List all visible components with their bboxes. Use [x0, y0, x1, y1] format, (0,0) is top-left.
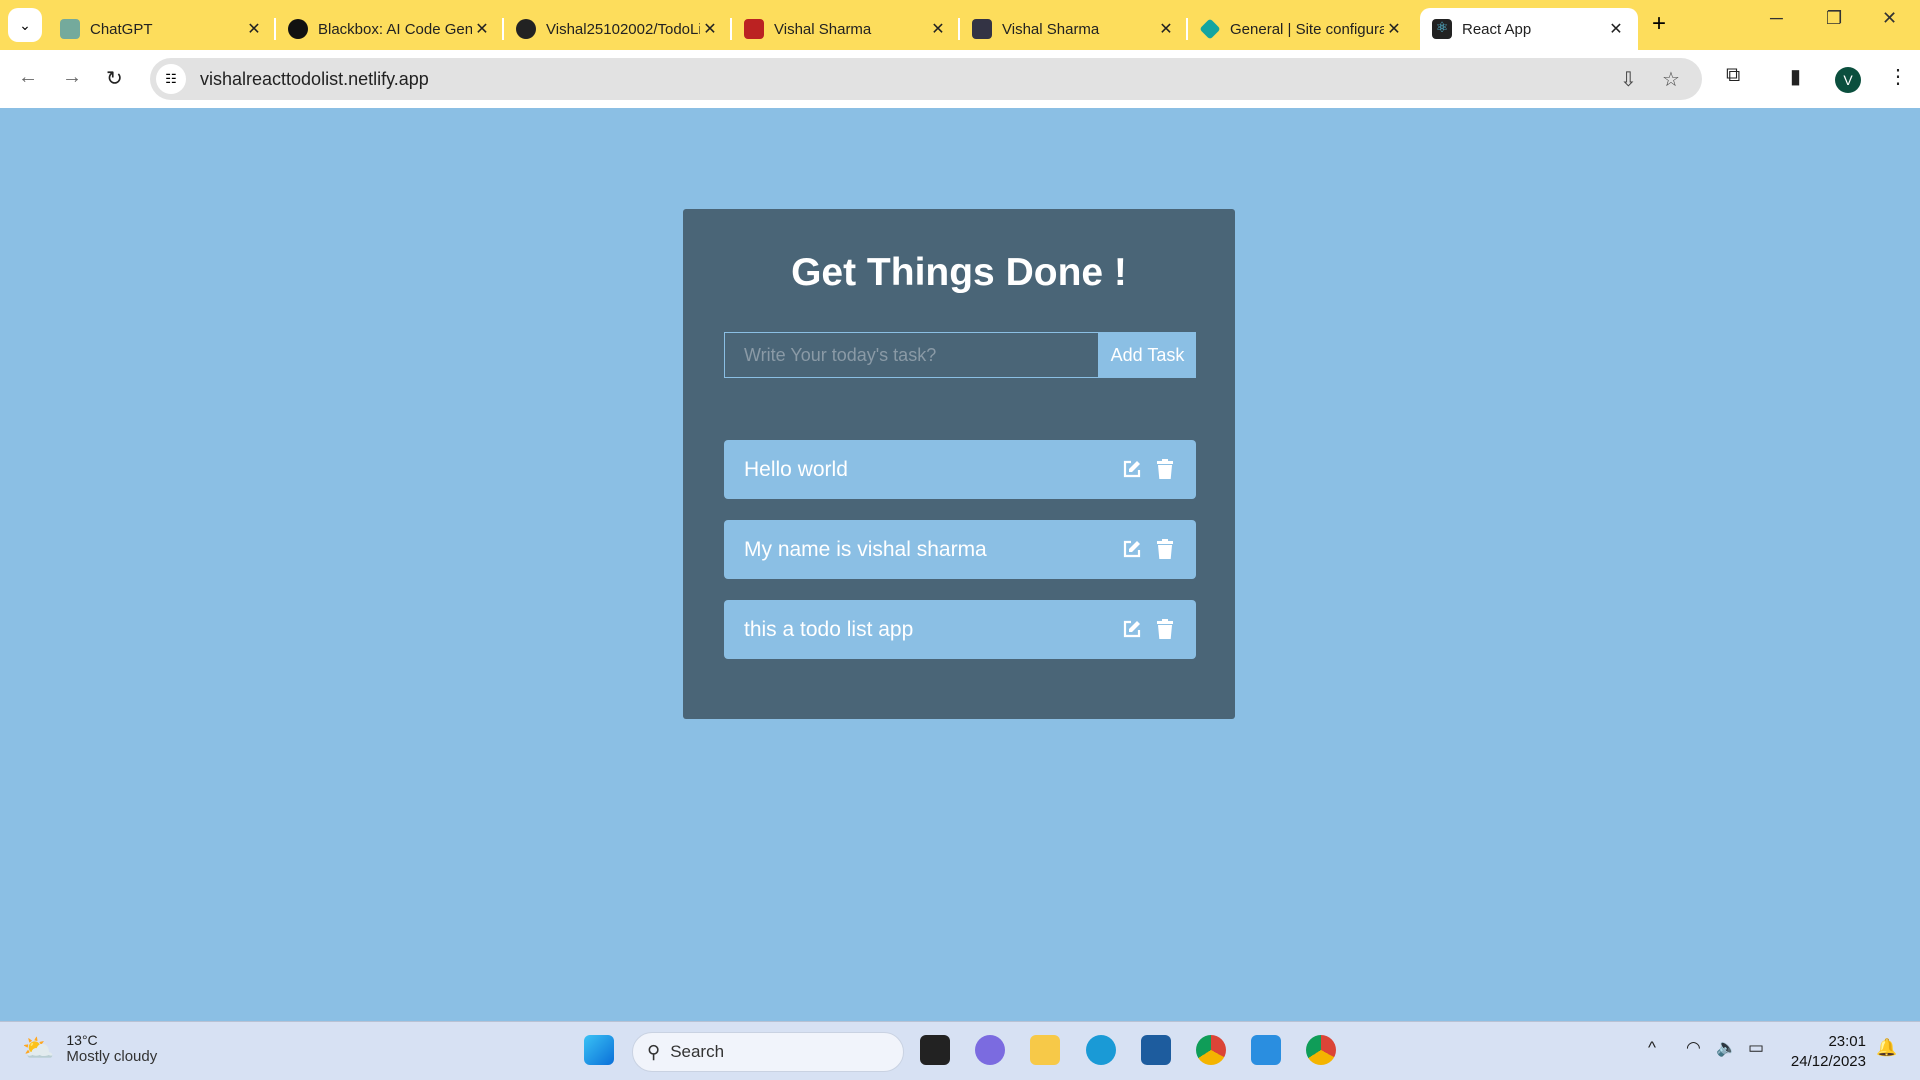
file-explorer-icon[interactable]: [1030, 1035, 1060, 1065]
restore-button[interactable]: ❐: [1826, 8, 1842, 29]
tab-search-button[interactable]: ⌄: [8, 8, 42, 42]
chrome-profile-icon[interactable]: [1306, 1035, 1336, 1065]
taskbar-search[interactable]: ⚲ Search: [632, 1032, 904, 1072]
extensions-icon[interactable]: ⧉: [1726, 64, 1740, 87]
close-window-button[interactable]: ✕: [1882, 8, 1897, 29]
todo-item: My name is vishal sharma: [724, 520, 1196, 579]
address-bar[interactable]: ☷ vishalreacttodolist.netlify.app ⇩ ☆: [150, 58, 1702, 100]
windows-taskbar: ⛅ 13°C Mostly cloudy ⚲ Search ^ ◠ 🔈 ▭ 23:0…: [0, 1021, 1920, 1080]
cloudy-weather-icon: ⛅: [22, 1033, 55, 1063]
github-favicon-icon: [516, 19, 536, 39]
url-text[interactable]: vishalreacttodolist.netlify.app: [200, 69, 429, 90]
task-input[interactable]: [724, 332, 1099, 378]
close-tab-icon[interactable]: ✕: [1384, 19, 1404, 39]
close-tab-icon[interactable]: ✕: [472, 19, 492, 39]
vscode-icon[interactable]: [1251, 1035, 1281, 1065]
bookmark-star-icon[interactable]: ☆: [1662, 67, 1680, 92]
blackbox-favicon-icon: [288, 19, 308, 39]
back-button[interactable]: ←: [18, 66, 38, 89]
chrome-icon[interactable]: [1196, 1035, 1226, 1065]
add-task-button[interactable]: Add Task: [1099, 332, 1196, 378]
search-icon: ⚲: [647, 1041, 661, 1062]
netlify-favicon-icon: [1199, 18, 1221, 40]
todo-item: this a todo list app: [724, 600, 1196, 659]
chatgpt-favicon-icon: [60, 19, 80, 39]
tab-react-app[interactable]: ⚛ React App ✕: [1420, 8, 1638, 50]
profile-avatar[interactable]: V: [1835, 67, 1861, 93]
new-tab-button[interactable]: +: [1652, 10, 1666, 38]
close-tab-icon[interactable]: ✕: [1606, 19, 1626, 39]
tab-vishal-sharma-1[interactable]: Vishal Sharma ✕: [732, 8, 960, 50]
forward-button[interactable]: →: [62, 66, 82, 89]
tab-strip: ⌄ ChatGPT✕ Blackbox: AI Code Generation✕…: [0, 0, 1920, 50]
wifi-icon[interactable]: ◠: [1686, 1038, 1701, 1058]
site-info-icon[interactable]: ☷: [156, 64, 186, 94]
edit-icon[interactable]: [1122, 459, 1142, 481]
delete-trash-icon[interactable]: [1156, 458, 1176, 481]
menu-kebab-icon[interactable]: ⋮: [1888, 64, 1908, 89]
reload-button[interactable]: ↻: [106, 66, 123, 91]
weather-widget[interactable]: ⛅ 13°C Mostly cloudy: [22, 1032, 157, 1065]
task-view-icon[interactable]: [920, 1035, 950, 1065]
close-tab-icon[interactable]: ✕: [700, 19, 720, 39]
delete-trash-icon[interactable]: [1156, 538, 1176, 561]
minimize-button[interactable]: ─: [1770, 8, 1783, 29]
react-favicon-icon: ⚛: [1432, 19, 1452, 39]
tab-netlify-general[interactable]: General | Site configuration✕: [1188, 8, 1416, 50]
notifications-bell-icon[interactable]: 🔔: [1876, 1038, 1897, 1058]
teams-chat-icon[interactable]: [975, 1035, 1005, 1065]
edge-icon[interactable]: [1086, 1035, 1116, 1065]
microsoft-store-icon[interactable]: [1141, 1035, 1171, 1065]
tab-vishal-sharma-2[interactable]: Vishal Sharma ✕: [960, 8, 1188, 50]
edit-icon[interactable]: [1122, 619, 1142, 641]
close-tab-icon[interactable]: ✕: [244, 19, 264, 39]
tab-chatgpt[interactable]: ChatGPT ✕: [48, 8, 276, 50]
edit-icon[interactable]: [1122, 539, 1142, 561]
close-tab-icon[interactable]: ✕: [1156, 19, 1176, 39]
profile-favicon-icon: [744, 19, 764, 39]
delete-trash-icon[interactable]: [1156, 618, 1176, 641]
app-title: Get Things Done !: [791, 251, 1127, 294]
toolbar: ← → ↻ ☷ vishalreacttodolist.netlify.app …: [0, 50, 1920, 108]
show-hidden-icons-chevron-icon[interactable]: ^: [1648, 1038, 1656, 1058]
todo-card: Get Things Done ! Add Task Hello world M…: [683, 209, 1235, 719]
battery-icon[interactable]: ▭: [1748, 1038, 1764, 1058]
tab-github[interactable]: Vishal25102002/TodoList ✕: [504, 8, 732, 50]
close-tab-icon[interactable]: ✕: [928, 19, 948, 39]
install-app-icon[interactable]: ⇩: [1620, 67, 1637, 92]
todo-item: Hello world: [724, 440, 1196, 499]
profile-favicon-icon: [972, 19, 992, 39]
volume-icon[interactable]: 🔈: [1716, 1038, 1737, 1058]
side-panel-icon[interactable]: ▮: [1790, 64, 1801, 89]
clock[interactable]: 23:01 24/12/2023: [1791, 1032, 1866, 1072]
windows-start-icon[interactable]: [584, 1035, 614, 1065]
tab-blackbox[interactable]: Blackbox: AI Code Generation✕: [276, 8, 504, 50]
